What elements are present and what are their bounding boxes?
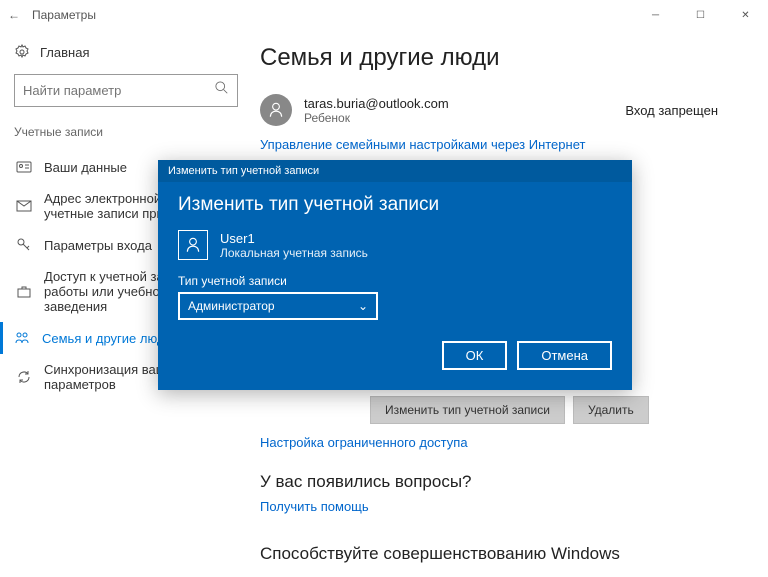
person-card-icon [16, 159, 32, 175]
help-link[interactable]: Получить помощь [260, 499, 369, 514]
close-icon[interactable]: ✕ [723, 0, 768, 30]
account-type-select[interactable]: Администратор ⌄ [178, 292, 378, 320]
avatar-icon [260, 94, 292, 126]
minimize-icon[interactable]: ─ [633, 0, 678, 30]
manage-family-link[interactable]: Управление семейными настройками через И… [260, 137, 585, 152]
titlebar: ← Параметры ─ ☐ ✕ [0, 0, 768, 30]
user-status: Вход запрещен [625, 103, 718, 118]
dialog-user-name: User1 [220, 231, 368, 246]
account-type-label: Тип учетной записи [178, 274, 612, 288]
window-title: Параметры [32, 8, 96, 22]
improve-heading: Способствуйте совершенствованию Windows [260, 544, 748, 564]
cancel-button[interactable]: Отмена [517, 341, 612, 370]
window-controls: ─ ☐ ✕ [633, 0, 768, 30]
delete-button[interactable]: Удалить [573, 396, 649, 424]
dialog-titlebar: Изменить тип учетной записи [158, 160, 632, 182]
user-role: Ребенок [304, 111, 449, 125]
select-value: Администратор [188, 299, 275, 313]
mail-icon [16, 198, 32, 214]
section-header: Учетные записи [14, 125, 238, 139]
avatar-icon [178, 230, 208, 260]
page-title: Семья и другие люди [260, 44, 748, 72]
back-icon[interactable]: ← [8, 8, 20, 22]
search-icon [215, 81, 229, 100]
chevron-down-icon: ⌄ [358, 299, 368, 313]
people-icon [14, 330, 30, 346]
dialog-user-row: User1 Локальная учетная запись [178, 230, 612, 260]
key-icon [16, 237, 32, 253]
search-input[interactable] [14, 74, 238, 107]
home-label: Главная [40, 45, 89, 60]
restricted-access-link[interactable]: Настройка ограниченного доступа [260, 435, 468, 450]
briefcase-icon [16, 284, 32, 300]
search-field[interactable] [23, 83, 203, 98]
dialog-user-sub: Локальная учетная запись [220, 246, 368, 260]
ok-button[interactable]: ОК [442, 341, 508, 370]
dialog-heading: Изменить тип учетной записи [178, 194, 612, 216]
questions-heading: У вас появились вопросы? [260, 472, 748, 492]
sidebar-item-label: Параметры входа [44, 238, 152, 253]
change-type-button[interactable]: Изменить тип учетной записи [370, 396, 565, 424]
sync-icon [16, 369, 32, 385]
sidebar-item-label: Ваши данные [44, 160, 127, 175]
family-user-row[interactable]: taras.buria@outlook.com Ребенок Вход зап… [260, 94, 748, 126]
change-account-type-dialog: Изменить тип учетной записи Изменить тип… [158, 160, 632, 390]
user-email: taras.buria@outlook.com [304, 96, 449, 111]
sidebar-item-label: Семья и другие люди [42, 331, 172, 346]
gear-icon [14, 44, 30, 60]
maximize-icon[interactable]: ☐ [678, 0, 723, 30]
home-link[interactable]: Главная [14, 44, 238, 60]
